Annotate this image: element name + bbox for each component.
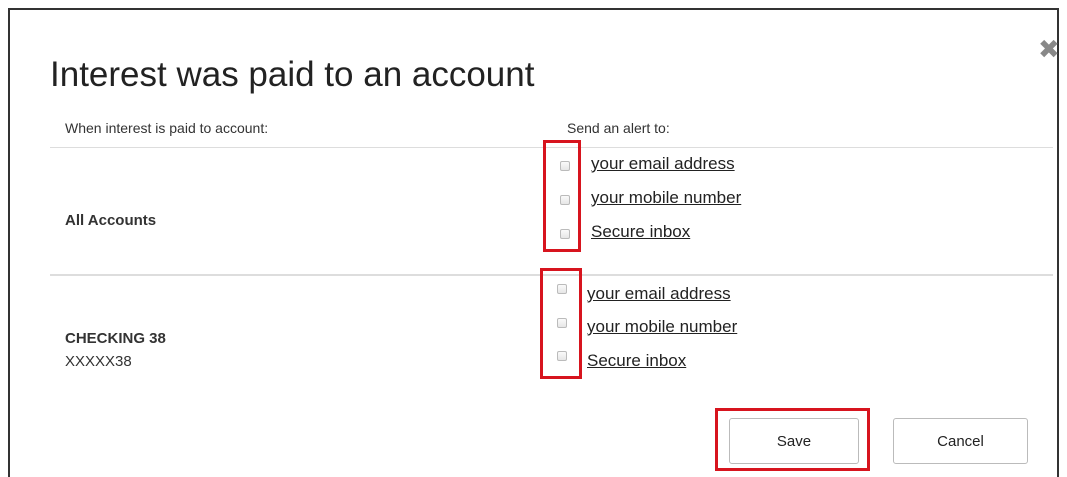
account-name: CHECKING 38 bbox=[65, 330, 166, 347]
column-header-account: When interest is paid to account: bbox=[65, 120, 269, 136]
dialog-title: Interest was paid to an account bbox=[50, 55, 535, 94]
inbox-link[interactable]: Secure inbox bbox=[591, 222, 690, 242]
mobile-link[interactable]: your mobile number bbox=[591, 188, 741, 208]
account-name: All Accounts bbox=[65, 212, 157, 229]
column-header-alert: Send an alert to: bbox=[567, 120, 670, 136]
save-highlight bbox=[715, 408, 870, 471]
account-number: XXXXX38 bbox=[65, 353, 132, 370]
email-link[interactable]: your email address bbox=[587, 284, 731, 304]
cancel-button[interactable]: Cancel bbox=[893, 418, 1028, 464]
alert-settings-dialog: ✖ Interest was paid to an account When i… bbox=[8, 8, 1060, 477]
email-link[interactable]: your email address bbox=[591, 154, 735, 174]
checkbox-highlight bbox=[543, 140, 581, 252]
mobile-link[interactable]: your mobile number bbox=[587, 317, 737, 337]
inbox-link[interactable]: Secure inbox bbox=[587, 351, 686, 371]
close-icon[interactable]: ✖ bbox=[1038, 37, 1060, 63]
checkbox-highlight bbox=[540, 268, 582, 379]
